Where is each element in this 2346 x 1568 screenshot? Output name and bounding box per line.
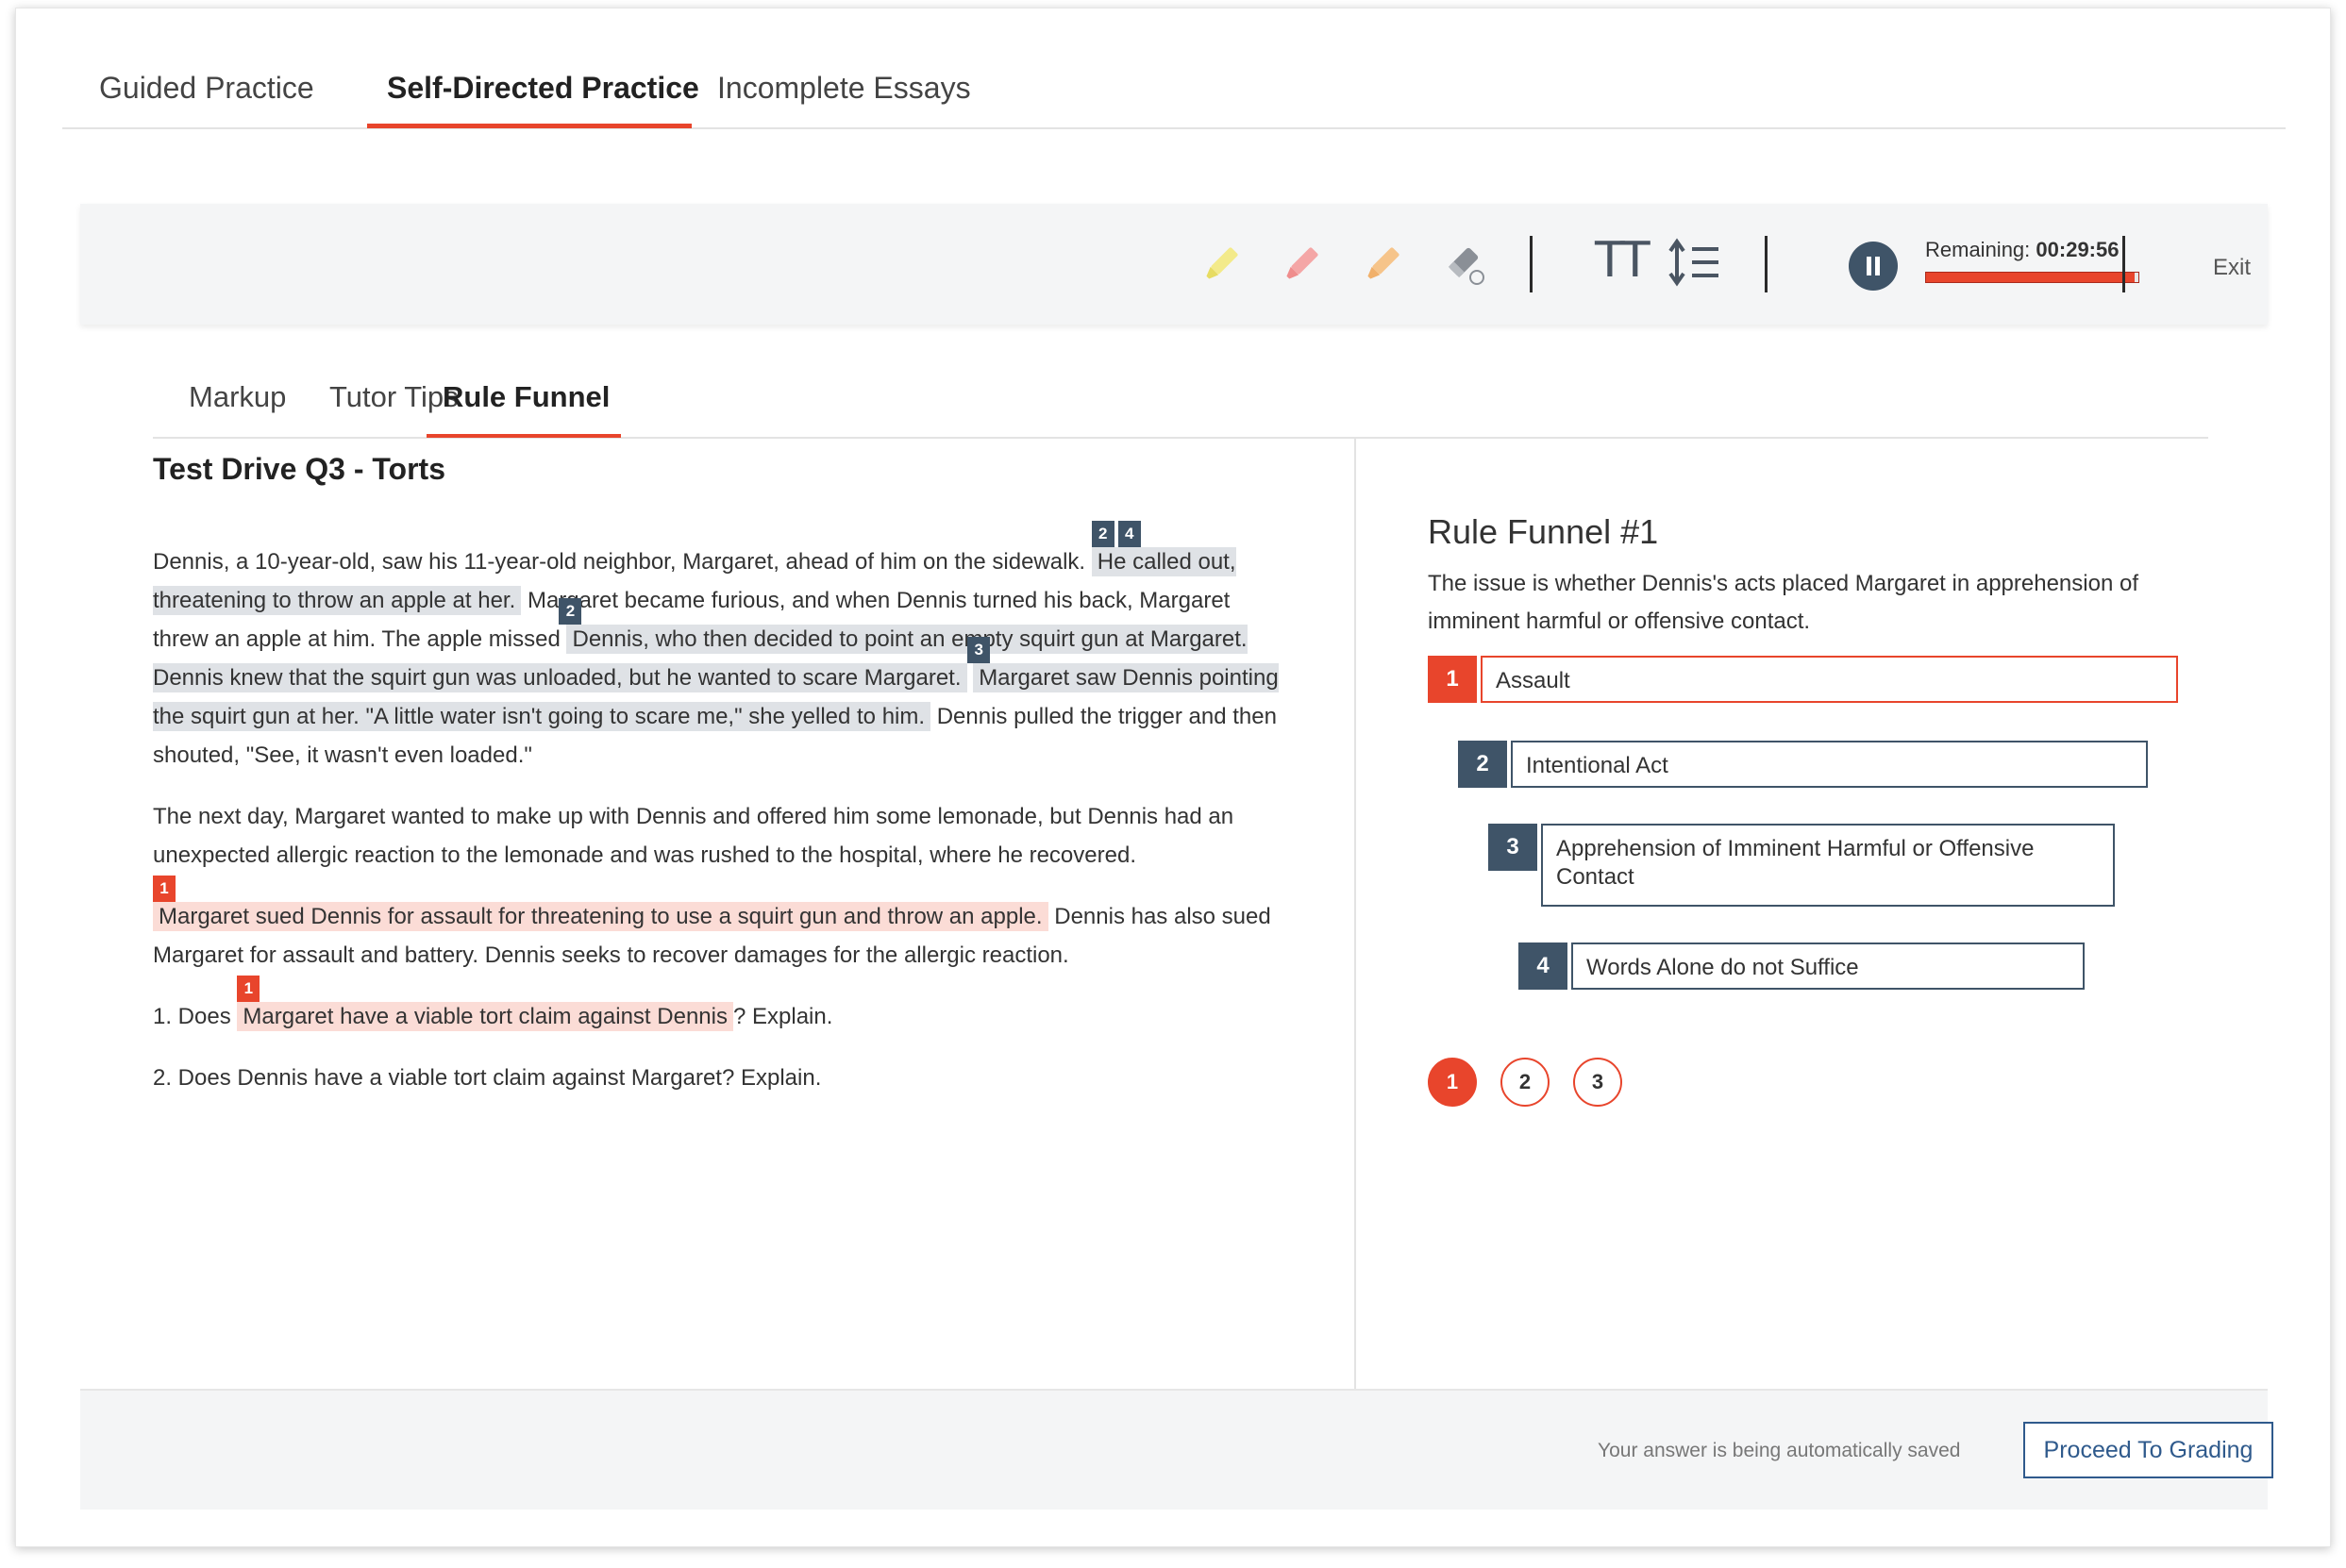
tab-incomplete-essays[interactable]: Incomplete Essays — [717, 71, 971, 106]
yellow-highlighter-icon[interactable] — [1198, 242, 1244, 287]
paragraph-3: 1 Margaret sued Dennis for assault for th… — [153, 876, 1285, 975]
tab-markup[interactable]: Markup — [189, 380, 286, 414]
sub-tab-bar: Markup Tutor Tips Rule Funnel — [153, 358, 2208, 439]
active-subtab-indicator — [427, 434, 621, 438]
pane-divider — [1354, 439, 1356, 1390]
tab-rule-funnel[interactable]: Rule Funnel — [443, 380, 610, 414]
highlight-pink[interactable]: 1 Margaret sued Dennis for assault for th… — [153, 876, 1048, 931]
paragraph-1: Dennis, a 10-year-old, saw his 11-year-o… — [153, 521, 1285, 775]
tab-self-directed-practice[interactable]: Self-Directed Practice — [387, 71, 699, 106]
highlight-pink[interactable]: 1 Margaret have a viable tort claim again… — [237, 976, 733, 1031]
remaining-time: 00:29:56 — [2036, 238, 2120, 261]
fact-pattern: Dennis, a 10-year-old, saw his 11-year-o… — [153, 521, 1285, 1120]
rule-funnel-title: Rule Funnel #1 — [1428, 512, 1659, 551]
text-size-icon[interactable]: TT — [1595, 232, 1651, 289]
funnel-number: 3 — [1488, 824, 1537, 871]
pause-icon[interactable] — [1849, 242, 1898, 291]
essay-toolbar: TT Remaining: 00:29:56 Exit — [80, 204, 2268, 325]
timer-progress-fill — [1926, 273, 2135, 282]
marker-badge: 2 — [559, 598, 582, 625]
line-spacing-icon[interactable] — [1666, 234, 1722, 291]
timer-progress-bar — [1925, 272, 2139, 283]
funnel-number: 1 — [1428, 656, 1477, 703]
timer-readout: Remaining: 00:29:56 — [1925, 238, 2119, 262]
marker-badge: 2 — [1091, 521, 1114, 547]
marker-badge: 4 — [1117, 521, 1141, 547]
proceed-to-grading-button[interactable]: Proceed To Grading — [2023, 1422, 2273, 1478]
funnel-page-1[interactable]: 1 — [1428, 1058, 1477, 1107]
tab-tutor-tips[interactable]: Tutor Tips — [329, 380, 459, 414]
funnel-input[interactable]: Assault — [1481, 656, 2178, 703]
app-window: Guided Practice Self-Directed Practice I… — [15, 8, 2331, 1547]
toolbar-divider — [2122, 236, 2125, 292]
question-2: 2. Does Dennis have a viable tort claim … — [153, 1065, 822, 1091]
highlight-text: Margaret have a viable tort claim agains… — [243, 1004, 728, 1029]
eraser-icon[interactable] — [1441, 242, 1488, 289]
passage-text: 1. Does — [153, 1004, 231, 1029]
funnel-input[interactable]: Apprehension of Imminent Harmful or Offe… — [1541, 824, 2115, 907]
funnel-number: 2 — [1458, 741, 1507, 788]
footer-bar: Your answer is being automatically saved… — [80, 1389, 2273, 1510]
funnel-page-3[interactable]: 3 — [1573, 1058, 1622, 1107]
toolbar-divider — [1530, 236, 1533, 292]
funnel-input[interactable]: Intentional Act — [1511, 741, 2148, 788]
paragraph-2: The next day, Margaret wanted to make up… — [153, 804, 1234, 868]
remaining-label: Remaining: — [1925, 238, 2031, 261]
question-title: Test Drive Q3 - Torts — [153, 452, 445, 486]
question-1: 1. Does 1 Margaret have a viable tort cla… — [153, 976, 1285, 1036]
tab-guided-practice[interactable]: Guided Practice — [99, 71, 314, 106]
funnel-number: 4 — [1518, 942, 1567, 990]
passage-text: ? Explain. — [732, 1004, 833, 1029]
top-tab-bar: Guided Practice Self-Directed Practice I… — [62, 8, 2286, 129]
marker-badge: 1 — [237, 976, 260, 1002]
autosave-status: Your answer is being automatically saved — [1598, 1440, 1961, 1461]
active-tab-indicator — [367, 124, 692, 128]
funnel-input[interactable]: Words Alone do not Suffice — [1571, 942, 2085, 990]
orange-highlighter-icon[interactable] — [1360, 242, 1405, 287]
marker-badge: 1 — [153, 876, 176, 902]
pink-highlighter-icon[interactable] — [1279, 242, 1324, 287]
rule-funnel-issue: The issue is whether Dennis's acts place… — [1428, 571, 2138, 634]
funnel-page-2[interactable]: 2 — [1500, 1058, 1550, 1107]
highlight-text: Margaret sued Dennis for assault for thr… — [159, 904, 1043, 929]
toolbar-divider — [1765, 236, 1768, 292]
exit-button[interactable]: Exit — [2213, 255, 2251, 281]
marker-badge: 3 — [967, 637, 991, 663]
passage-text: Dennis, a 10-year-old, saw his 11-year-o… — [153, 549, 1086, 575]
